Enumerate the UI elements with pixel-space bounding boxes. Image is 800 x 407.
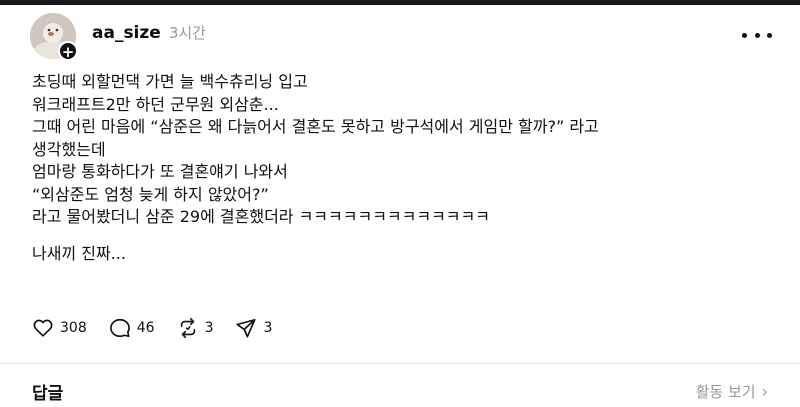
- post-body-line: “외삼준도 엄청 늦게 하지 않았어?”: [32, 184, 269, 204]
- like-count: 308: [60, 320, 87, 336]
- post-body-line: 워크래프트2만 하던 군무원 외삼춘...: [32, 94, 279, 114]
- post-header: aa_size 3시간: [92, 22, 206, 48]
- send-icon: [236, 318, 257, 338]
- post-body-line: 생각했는데: [32, 139, 106, 159]
- post-body-line: 초딩때 외할먼댁 가면 늘 백수츄리닝 입고: [32, 72, 308, 91]
- replies-heading: 답글: [32, 384, 64, 404]
- post-body-line: 엄마랑 통화하다가 또 결혼얘기 나와서: [32, 162, 288, 181]
- repost-button[interactable]: 3: [177, 317, 214, 339]
- view-activity-link[interactable]: 활동 보기 ›: [696, 381, 768, 402]
- like-button[interactable]: 308: [32, 317, 87, 339]
- follow-plus-icon[interactable]: +: [58, 41, 78, 61]
- repost-count: 3: [204, 320, 214, 336]
- post-closing-line: 나새끼 진짜...: [32, 243, 126, 263]
- heart-icon: [33, 319, 53, 337]
- post-body-line: 라고 물어봤더니 삼준 29에 결혼했더라 ㅋㅋㅋㅋㅋㅋㅋㅋㅋㅋㅋㅋㅋ: [32, 207, 490, 226]
- share-count: 3: [263, 320, 273, 336]
- more-dots-icon[interactable]: [742, 25, 772, 45]
- more-dot: [742, 32, 747, 38]
- more-dot: [767, 32, 772, 38]
- username[interactable]: aa_size: [92, 23, 161, 43]
- repost-icon: [180, 318, 195, 338]
- more-dot: [754, 32, 760, 38]
- avatar[interactable]: +: [30, 13, 78, 61]
- post-body: 초딩때 외할먼댁 가면 늘 백수츄리닝 입고 워크래프트2만 하던 군무원 외삼…: [32, 71, 782, 265]
- view-activity-label: 활동 보기: [695, 383, 756, 401]
- speech-bubble-icon: [109, 318, 130, 338]
- chevron-right-icon: ›: [761, 382, 768, 401]
- comment-count: 46: [136, 320, 155, 336]
- post-timestamp: 3시간: [168, 24, 206, 42]
- thread-post: + aa_size 3시간 초딩때 외할먼댁 가면 늘 백수츄리닝 입고 워크래…: [0, 5, 800, 407]
- comment-button[interactable]: 46: [109, 317, 155, 339]
- post-body-line: 그때 어린 마음에 “삼준은 왜 다늙어서 결혼도 못하고 방구석에서 게임만 …: [32, 117, 599, 136]
- action-bar: 308 46 3 3: [32, 316, 294, 340]
- section-divider: [0, 363, 800, 364]
- share-button[interactable]: 3: [235, 317, 272, 339]
